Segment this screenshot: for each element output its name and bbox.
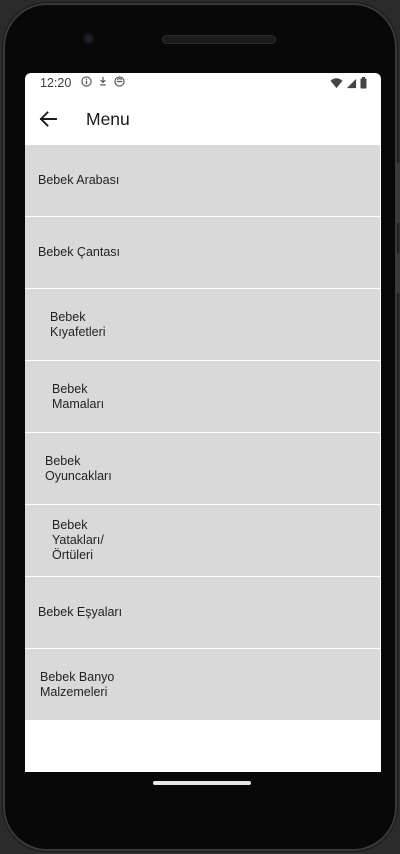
info-icon: [81, 76, 92, 90]
menu-item-bebek-kiyafetleri[interactable]: Bebek Kıyafetleri: [25, 289, 380, 361]
menu-item-label: Bebek Çantası: [38, 245, 120, 259]
wifi-icon: [330, 77, 343, 92]
earpiece-speaker: [162, 35, 276, 44]
menu-item-label: Bebek Eşyaları: [38, 605, 123, 619]
menu-item-label: Bebek Mamaları: [52, 381, 105, 411]
app-bar: Menu: [25, 95, 381, 145]
menu-item-label: Bebek Yatakları/ Örtüleri: [52, 518, 104, 562]
status-icons-right: [330, 77, 367, 92]
battery-icon: [360, 77, 367, 92]
menu-item-label: Bebek Arabası: [38, 173, 120, 187]
menu-item-label: Bebek Banyo Malzemeleri: [40, 669, 115, 699]
status-time: 12:20: [40, 76, 72, 90]
menu-item-label: Bebek Kıyafetleri: [50, 309, 106, 339]
menu-item-label: Bebek Oyuncakları: [45, 453, 112, 483]
menu-item-bebek-oyuncaklari[interactable]: Bebek Oyuncakları: [25, 433, 380, 505]
menu-item-bebek-arabasi[interactable]: Bebek Arabası: [25, 145, 380, 217]
status-bar: 12:20: [25, 73, 381, 95]
back-button[interactable]: [35, 106, 61, 132]
notification-icon: [114, 76, 125, 90]
front-camera: [83, 33, 94, 44]
menu-item-bebek-banyo-malzemeleri[interactable]: Bebek Banyo Malzemeleri: [25, 649, 380, 721]
menu-item-bebek-esyalari[interactable]: Bebek Eşyaları: [25, 577, 380, 649]
status-icons-left: [81, 76, 125, 90]
arrow-left-icon: [39, 111, 57, 127]
app-screen: 12:20 Menu Bebek Arabası Bebek Çantası B…: [25, 73, 381, 772]
menu-item-bebek-cantasi[interactable]: Bebek Çantası: [25, 217, 380, 289]
menu-list: Bebek Arabası Bebek Çantası Bebek Kıyafe…: [25, 145, 381, 721]
signal-icon: [346, 78, 357, 92]
menu-item-bebek-yataklari[interactable]: Bebek Yatakları/ Örtüleri: [25, 505, 380, 577]
home-indicator[interactable]: [153, 781, 251, 785]
system-nav-bar: [25, 772, 381, 802]
page-title: Menu: [86, 109, 130, 129]
menu-item-bebek-mamalari[interactable]: Bebek Mamaları: [25, 361, 380, 433]
download-icon: [98, 76, 108, 90]
